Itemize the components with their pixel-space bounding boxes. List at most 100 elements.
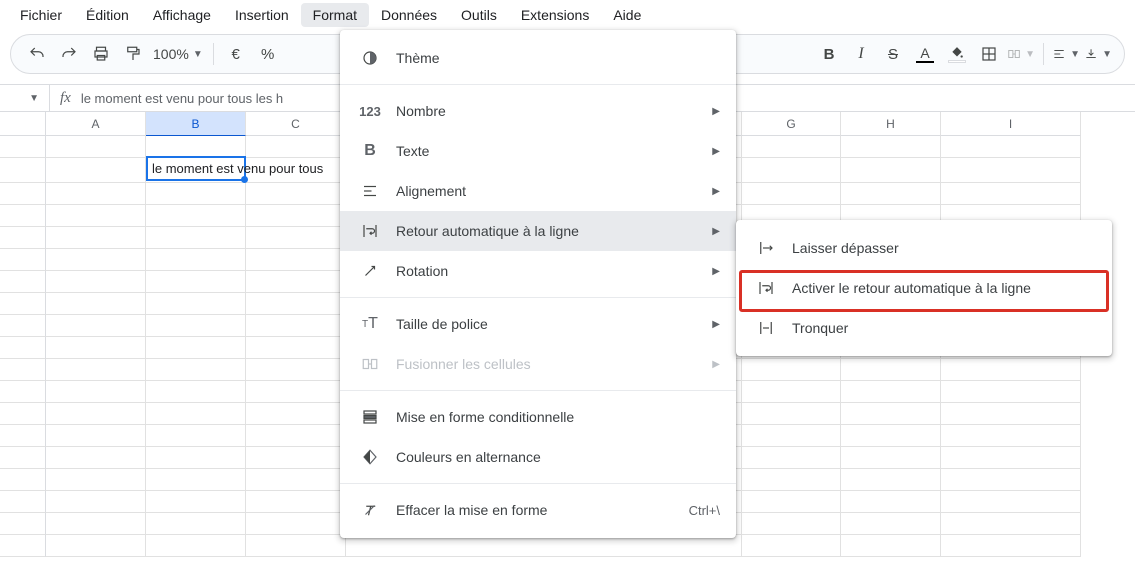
cell[interactable] <box>146 271 246 293</box>
menu-extensions[interactable]: Extensions <box>509 3 601 27</box>
cell[interactable] <box>246 535 346 557</box>
column-header-h[interactable]: H <box>841 112 941 136</box>
row-header[interactable] <box>0 271 46 293</box>
row-header[interactable] <box>0 381 46 403</box>
cell[interactable] <box>46 227 146 249</box>
merge-cells-button[interactable]: ▼ <box>1007 40 1035 68</box>
row-header[interactable] <box>0 227 46 249</box>
cell[interactable] <box>841 469 941 491</box>
cell[interactable] <box>146 337 246 359</box>
cell[interactable] <box>46 381 146 403</box>
cell[interactable] <box>46 337 146 359</box>
menu-help[interactable]: Aide <box>601 3 653 27</box>
vertical-align-button[interactable]: ▼ <box>1084 40 1112 68</box>
cell[interactable] <box>841 158 941 183</box>
select-all-corner[interactable] <box>0 112 46 136</box>
cell[interactable] <box>741 359 841 381</box>
row-header[interactable] <box>0 249 46 271</box>
cell[interactable] <box>941 136 1081 158</box>
cell[interactable] <box>246 227 346 249</box>
cell[interactable] <box>146 469 246 491</box>
cell[interactable] <box>841 491 941 513</box>
cell[interactable] <box>246 249 346 271</box>
cell[interactable] <box>246 293 346 315</box>
cell[interactable] <box>146 447 246 469</box>
format-currency-button[interactable]: € <box>222 40 250 68</box>
italic-button[interactable]: I <box>847 40 875 68</box>
cell[interactable] <box>146 293 246 315</box>
menu-tools[interactable]: Outils <box>449 3 509 27</box>
cell[interactable] <box>246 136 346 158</box>
cell[interactable] <box>46 403 146 425</box>
cell[interactable] <box>941 535 1081 557</box>
row-header[interactable] <box>0 425 46 447</box>
cell[interactable] <box>246 271 346 293</box>
row-header[interactable] <box>0 513 46 535</box>
cell[interactable] <box>841 403 941 425</box>
cell[interactable] <box>146 136 246 158</box>
cell[interactable] <box>841 183 941 205</box>
menu-data[interactable]: Données <box>369 3 449 27</box>
cell[interactable] <box>941 447 1081 469</box>
menu-item-font-size[interactable]: TT Taille de police ▶ <box>340 304 736 344</box>
cell[interactable] <box>741 158 841 183</box>
menu-item-wrapping[interactable]: Retour automatique à la ligne ▶ <box>340 211 736 251</box>
cell[interactable] <box>46 205 146 227</box>
menu-file[interactable]: Fichier <box>8 3 74 27</box>
cell[interactable] <box>46 513 146 535</box>
submenu-item-overflow[interactable]: Laisser dépasser <box>736 228 1112 268</box>
cell[interactable] <box>146 227 246 249</box>
fill-handle[interactable] <box>241 176 248 183</box>
undo-button[interactable] <box>23 40 51 68</box>
cell[interactable] <box>46 271 146 293</box>
column-header-i[interactable]: I <box>941 112 1081 136</box>
cell[interactable] <box>941 491 1081 513</box>
cell[interactable] <box>841 447 941 469</box>
row-header[interactable] <box>0 403 46 425</box>
cell[interactable] <box>246 447 346 469</box>
column-header-c[interactable]: C <box>246 112 346 136</box>
row-header[interactable] <box>0 337 46 359</box>
cell[interactable] <box>46 469 146 491</box>
cell[interactable] <box>246 469 346 491</box>
row-header[interactable] <box>0 158 46 183</box>
row-header[interactable] <box>0 359 46 381</box>
cell[interactable] <box>246 403 346 425</box>
text-color-button[interactable]: A <box>911 40 939 68</box>
cell[interactable] <box>146 535 246 557</box>
cell[interactable] <box>46 315 146 337</box>
cell[interactable] <box>841 513 941 535</box>
cell[interactable] <box>146 425 246 447</box>
menu-item-number[interactable]: 123 Nombre ▶ <box>340 91 736 131</box>
cell[interactable] <box>146 249 246 271</box>
menu-format[interactable]: Format <box>301 3 369 27</box>
format-percent-button[interactable]: % <box>254 40 282 68</box>
name-box-dropdown[interactable]: ▼ <box>0 85 50 111</box>
cell[interactable] <box>146 491 246 513</box>
menu-item-text[interactable]: B Texte ▶ <box>340 131 736 171</box>
cell[interactable] <box>941 183 1081 205</box>
bold-button[interactable]: B <box>815 40 843 68</box>
cell[interactable] <box>46 158 146 183</box>
menu-item-alignment[interactable]: Alignement ▶ <box>340 171 736 211</box>
print-button[interactable] <box>87 40 115 68</box>
column-header-a[interactable]: A <box>46 112 146 136</box>
cell[interactable] <box>46 293 146 315</box>
cell[interactable] <box>841 359 941 381</box>
menu-item-theme[interactable]: Thème <box>340 38 736 78</box>
cell[interactable] <box>741 491 841 513</box>
cell[interactable] <box>146 513 246 535</box>
column-header-g[interactable]: G <box>741 112 841 136</box>
cell[interactable] <box>46 249 146 271</box>
row-header[interactable] <box>0 315 46 337</box>
cell[interactable] <box>741 469 841 491</box>
cell[interactable] <box>741 425 841 447</box>
cell[interactable] <box>46 359 146 381</box>
row-header[interactable] <box>0 183 46 205</box>
cell[interactable] <box>246 315 346 337</box>
cell[interactable] <box>941 381 1081 403</box>
cell[interactable] <box>941 359 1081 381</box>
cell[interactable] <box>146 205 246 227</box>
cell[interactable] <box>146 403 246 425</box>
zoom-dropdown[interactable]: 100%▼ <box>149 46 207 62</box>
